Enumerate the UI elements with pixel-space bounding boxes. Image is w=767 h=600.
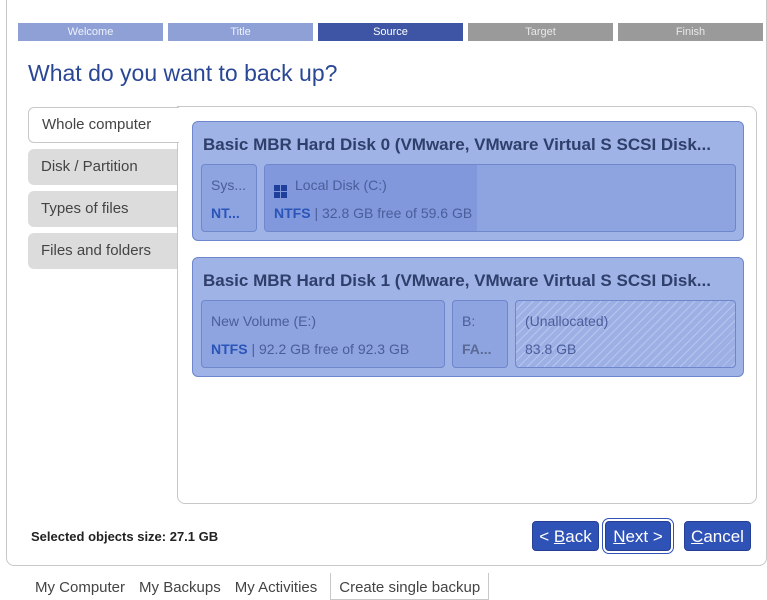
- step-title: Title: [168, 23, 313, 41]
- disk-panel: Basic MBR Hard Disk 0 (VMware, VMware Vi…: [177, 106, 757, 504]
- step-welcome: Welcome: [18, 23, 163, 41]
- disk-0-title: Basic MBR Hard Disk 0 (VMware, VMware Vi…: [203, 135, 711, 154]
- tab-whole-computer[interactable]: Whole computer: [28, 107, 179, 143]
- partition-unallocated[interactable]: (Unallocated) 83.8 GB: [515, 300, 736, 368]
- back-button[interactable]: < Back: [532, 521, 599, 551]
- step-finish: Finish: [618, 23, 763, 41]
- source-type-tabs: Whole computer Disk / Partition Types of…: [28, 107, 179, 275]
- partition-name: Local Disk (C:): [274, 177, 387, 198]
- partition-system[interactable]: Sys... NT...: [201, 164, 257, 232]
- tab-disk-partition[interactable]: Disk / Partition: [28, 149, 178, 185]
- cancel-button[interactable]: Cancel: [684, 521, 751, 551]
- partition-fs: FA...: [462, 341, 492, 357]
- partition-b[interactable]: B: FA...: [452, 300, 508, 368]
- next-button[interactable]: Next >: [602, 518, 674, 554]
- usage-fill: [265, 165, 477, 231]
- partition-name: B:: [462, 313, 476, 329]
- partition-info: NTFS | 32.8 GB free of 59.6 GB: [274, 205, 473, 221]
- wizard-steps: Welcome Title Source Target Finish: [18, 23, 763, 41]
- disk-0[interactable]: Basic MBR Hard Disk 0 (VMware, VMware Vi…: [192, 121, 744, 241]
- partition-name: New Volume (E:): [211, 313, 317, 329]
- page-title: What do you want to back up?: [28, 60, 338, 86]
- bottom-tab-bar: My Computer My Backups My Activities Cre…: [30, 573, 493, 600]
- step-target: Target: [468, 23, 613, 41]
- partition-info: FA...: [462, 341, 492, 357]
- partition-name: (Unallocated): [525, 313, 609, 329]
- tab-types-of-files[interactable]: Types of files: [28, 191, 178, 227]
- tab-my-backups[interactable]: My Backups: [134, 573, 226, 600]
- partition-fs: NT...: [211, 205, 240, 221]
- partition-name: Sys...: [211, 177, 247, 193]
- partition-fs: NTFS: [274, 205, 311, 221]
- tab-my-computer[interactable]: My Computer: [30, 573, 130, 600]
- partition-info: 83.8 GB: [525, 341, 577, 357]
- step-source: Source: [318, 23, 463, 41]
- tab-my-activities[interactable]: My Activities: [230, 573, 323, 600]
- tab-create-single-backup[interactable]: Create single backup: [330, 573, 490, 600]
- disk-1[interactable]: Basic MBR Hard Disk 1 (VMware, VMware Vi…: [192, 257, 744, 377]
- partition-local-disk-c[interactable]: Local Disk (C:) NTFS | 32.8 GB free of 5…: [264, 164, 736, 232]
- tab-files-and-folders[interactable]: Files and folders: [28, 233, 178, 269]
- partition-info: NTFS | 92.2 GB free of 92.3 GB: [211, 341, 410, 357]
- partition-info: NT...: [211, 205, 240, 221]
- selected-size-label: Selected objects size: 27.1 GB: [31, 529, 219, 544]
- disk-1-title: Basic MBR Hard Disk 1 (VMware, VMware Vi…: [203, 271, 711, 290]
- partition-fs: NTFS: [211, 341, 248, 357]
- partition-new-volume-e[interactable]: New Volume (E:) NTFS | 92.2 GB free of 9…: [201, 300, 445, 368]
- windows-icon: [274, 185, 287, 198]
